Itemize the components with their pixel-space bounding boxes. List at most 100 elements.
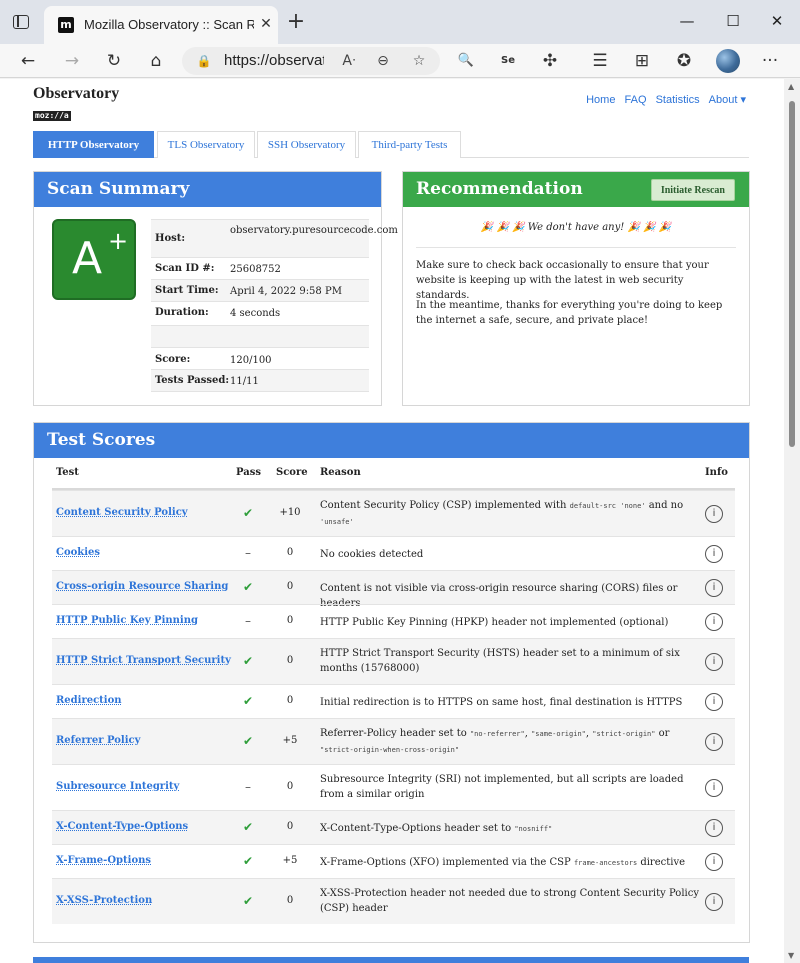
extensions-icon[interactable]: ✣ [536,48,564,74]
scroll-down-icon[interactable]: ▼ [788,951,794,960]
test-link[interactable]: HTTP Public Key Pinning [56,615,198,626]
header-pass: Pass [236,467,261,478]
test-link[interactable]: Redirection [56,695,122,706]
scroll-up-icon[interactable]: ▲ [788,82,794,91]
pass-dash-icon: – [245,614,251,628]
info-icon[interactable]: i [705,505,723,523]
forward-icon[interactable]: → [58,48,86,74]
recommendation-text-1: Make sure to check back occasionally to … [416,260,709,301]
read-aloud-icon[interactable]: Aᐧ [338,51,360,71]
score-cell: +10 [279,507,301,518]
test-link[interactable]: HTTP Strict Transport Security [56,655,231,666]
info-icon[interactable]: i [705,613,723,631]
observatory-logo[interactable]: Observatory moz://a [33,85,119,122]
score-cell: 0 [286,581,294,592]
profile-avatar[interactable] [716,49,740,73]
maximize-icon[interactable]: ☐ [718,8,748,34]
test-link[interactable]: X-Content-Type-Options [56,821,188,832]
test-link[interactable]: Subresource Integrity [56,781,179,792]
table-row: Subresource Integrity – 0 Subresource Integ… [52,764,735,810]
page-scrollbar[interactable]: ▲ ▼ [784,79,800,963]
table-row: HTTP Strict Transport Security ✔ 0 HTTP Str… [52,638,735,684]
test-link[interactable]: X-XSS-Protection [56,895,152,906]
score-cell: 0 [286,695,294,706]
info-icon[interactable]: i [705,733,723,751]
reason-cell: X-XSS-Protection header not needed due t… [320,888,699,914]
more-icon[interactable]: ··· [756,48,784,74]
browser-toolbar: ← → ↻ ⌂ 🔒 https://observatory.mozilla.or… [0,44,800,78]
tab-third-party-tests[interactable]: Third-party Tests [358,131,461,158]
tab-actions-icon[interactable] [13,15,29,29]
table-row: Content Security Policy ✔ +10 Content Secur… [52,490,735,536]
browser-tab-active[interactable]: m Mozilla Observatory :: Scan Results ✕ [44,6,278,44]
scrollbar-thumb[interactable] [789,101,795,447]
address-bar[interactable]: 🔒 https://observatory.mozilla.org Aᐧ ⊖ ☆ [182,47,440,75]
tab-ssh-observatory[interactable]: SSH Observatory [257,131,356,158]
minimize-icon[interactable]: — [672,8,702,34]
back-icon[interactable]: ← [14,48,42,74]
info-icon[interactable]: i [705,893,723,911]
table-row: Cookies – 0 No cookies detected i [52,536,735,570]
browser-essentials-icon[interactable]: ✪ [670,48,698,74]
grade-badge: A + [52,219,136,300]
test-link[interactable]: Referrer Policy [56,735,140,746]
nav-faq[interactable]: FAQ [625,94,647,106]
lock-icon[interactable]: 🔒 [196,53,212,69]
refresh-icon[interactable]: ↻ [100,48,128,74]
grade-letter: A [72,233,103,284]
header-info: Info [705,467,728,478]
close-window-icon[interactable]: ✕ [762,8,792,34]
test-scores-table: Test Pass Score Reason Info Content Secu… [52,458,735,924]
summary-row-tests-passed: Tests Passed: 11/11 [151,369,369,392]
tab-http-observatory[interactable]: HTTP Observatory [33,131,154,158]
pass-check-icon: ✔ [242,734,254,748]
test-link[interactable]: X-Frame-Options [56,855,151,866]
collections-icon[interactable]: ⊞ [628,48,656,74]
score-cell: 0 [286,781,294,792]
info-icon[interactable]: i [705,853,723,871]
score-cell: 0 [286,895,294,906]
observatory-tabs: HTTP Observatory TLS Observatory SSH Obs… [33,131,749,158]
header-test: Test [56,467,79,478]
tab-tls-observatory[interactable]: TLS Observatory [157,131,255,158]
scan-summary-panel: Scan Summary A + Host: observatory.pures… [33,171,398,406]
new-tab-icon[interactable]: + [284,10,308,34]
test-link[interactable]: Content Security Policy [56,507,188,518]
reason-cell: Referrer-Policy header set to "no-referr… [320,728,670,754]
pass-check-icon: ✔ [242,894,254,908]
nav-about[interactable]: About ▾ [709,94,746,106]
initiate-rescan-button[interactable]: Initiate Rescan [650,179,735,201]
summary-row-spacer [151,325,369,347]
test-link[interactable]: Cross-origin Resource Sharing [56,581,228,592]
favorites-icon[interactable]: ☰ [586,48,614,74]
info-icon[interactable]: i [705,779,723,797]
add-favorite-icon[interactable]: ☆ [408,51,430,71]
nav-home[interactable]: Home [586,94,615,106]
address-url[interactable]: https://observatory.mozilla.org [224,52,324,69]
summary-table: Host: observatory.puresourcecode.com Sca… [151,219,398,392]
info-icon[interactable]: i [705,579,723,597]
nav-statistics[interactable]: Statistics [656,94,700,106]
mozilla-favicon-icon: m [58,17,74,33]
table-row: Redirection ✔ 0 Initial redirection is to H… [52,684,735,718]
home-icon[interactable]: ⌂ [142,48,170,74]
zoom-icon[interactable]: ⊖ [372,51,394,71]
header-reason: Reason [320,467,361,478]
browser-titlebar: m Mozilla Observatory :: Scan Results ✕ … [0,0,800,44]
recommendation-text-2: In the meantime, thanks for everything y… [416,300,723,326]
search-icon[interactable]: 🔍 [452,48,480,74]
score-cell: 0 [286,821,294,832]
test-link[interactable]: Cookies [56,547,100,558]
info-icon[interactable]: i [705,545,723,563]
reason-cell: No cookies detected [320,549,424,560]
reason-cell: HTTP Public Key Pinning (HPKP) header no… [320,617,669,628]
close-tab-icon[interactable]: ✕ [256,14,276,34]
info-icon[interactable]: i [705,819,723,837]
pass-dash-icon: – [245,780,251,794]
pass-dash-icon: – [245,546,251,560]
grade-modifier: + [108,227,129,255]
extension-se-icon[interactable]: Se [494,48,522,74]
info-icon[interactable]: i [705,653,723,671]
table-row: Referrer Policy ✔ +5 Referrer-Policy header… [52,718,735,764]
info-icon[interactable]: i [705,693,723,711]
